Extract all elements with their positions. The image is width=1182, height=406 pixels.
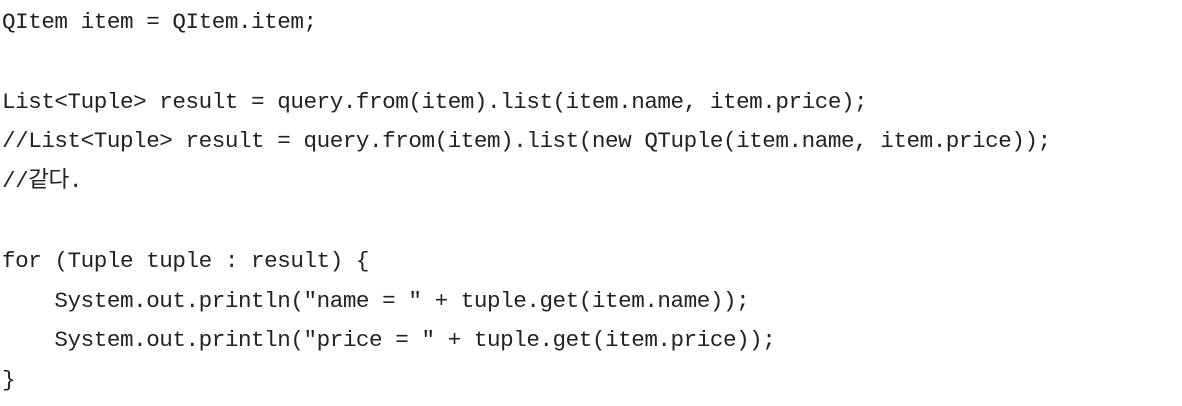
code-line: System.out.println("price = " + tuple.ge…	[2, 327, 776, 353]
code-line: List<Tuple> result = query.from(item).li…	[2, 89, 868, 115]
code-comment-line: //List<Tuple> result = query.from(item).…	[2, 128, 1051, 154]
code-comment-line: //같다.	[2, 168, 82, 194]
code-line: QItem item = QItem.item;	[2, 9, 317, 35]
code-line: }	[2, 367, 16, 393]
code-line: for (Tuple tuple : result) {	[2, 248, 370, 274]
code-line: System.out.println("name = " + tuple.get…	[2, 288, 750, 314]
code-block: QItem item = QItem.item; List<Tuple> res…	[2, 0, 1178, 406]
